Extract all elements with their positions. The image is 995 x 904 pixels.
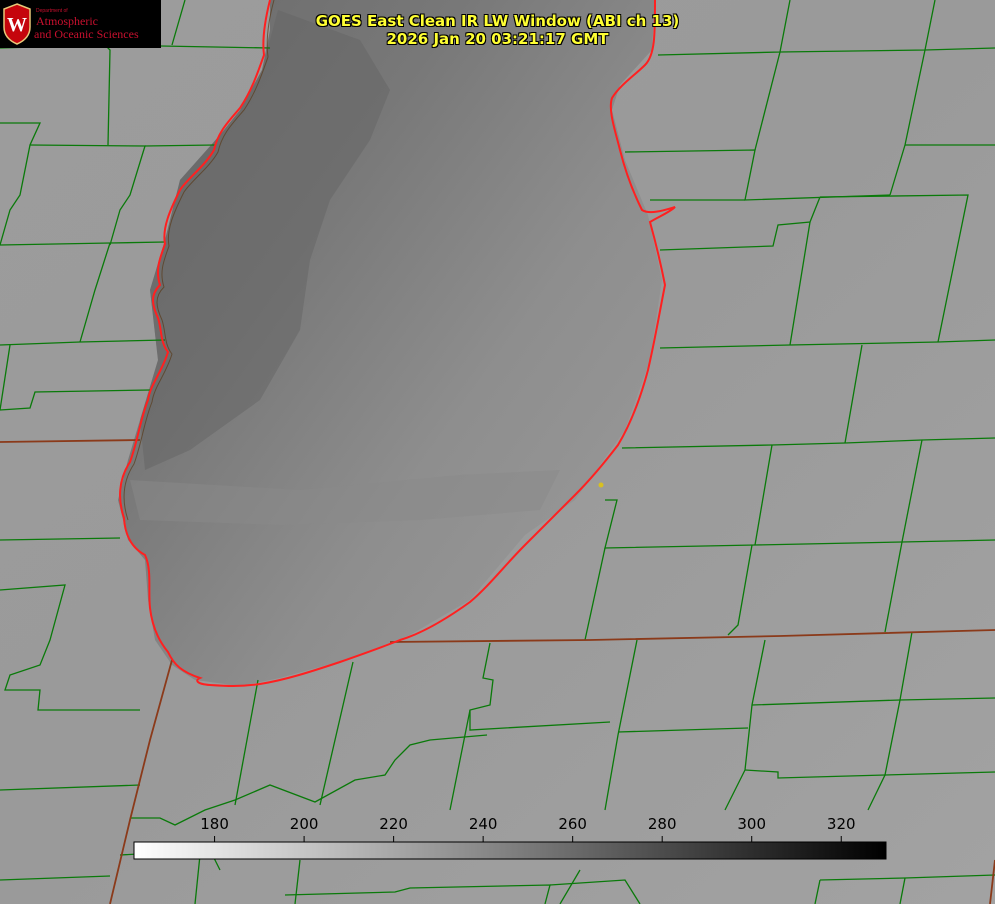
- location-marker: [598, 482, 604, 488]
- uw-crest-icon: W: [3, 3, 31, 45]
- title-product: GOES East Clean IR LW Window (ABI ch 13): [315, 12, 680, 30]
- title-timestamp: 2026 Jan 20 03:21:17 GMT: [386, 30, 609, 48]
- ir-imagery-map: [0, 0, 995, 904]
- colorbar-gradient: [133, 841, 887, 860]
- image-title: GOES East Clean IR LW Window (ABI ch 13)…: [200, 12, 795, 48]
- crest-letter: W: [7, 14, 27, 36]
- logo-line1: Atmospheric: [36, 14, 98, 28]
- logo-line2: and Oceanic Sciences: [34, 27, 139, 41]
- uw-aos-logo: W Department of Atmospheric and Oceanic …: [0, 0, 161, 48]
- satellite-map: W Department of Atmospheric and Oceanic …: [0, 0, 995, 904]
